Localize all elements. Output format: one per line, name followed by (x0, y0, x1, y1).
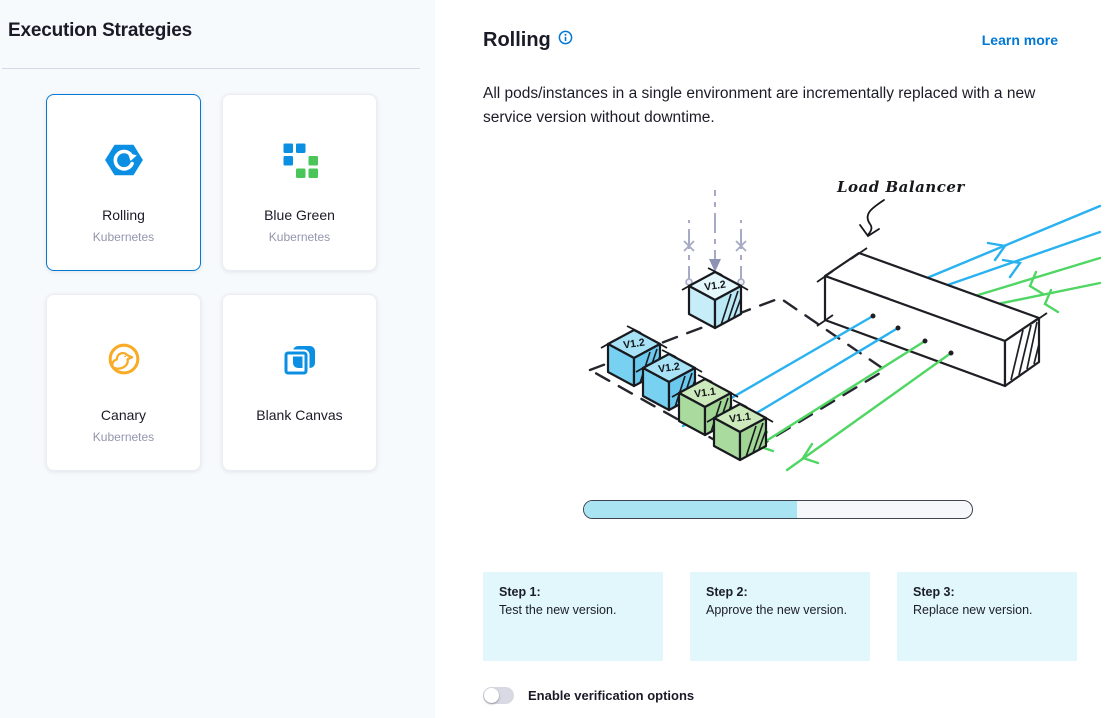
verification-toggle-label: Enable verification options (528, 688, 694, 703)
label-arrow (860, 200, 884, 236)
toggle-knob (484, 688, 499, 703)
strategy-card-label: Canary (101, 407, 146, 423)
page-title: Execution Strategies (8, 20, 192, 42)
detail-title: Rolling (483, 29, 551, 52)
blank-canvas-icon (279, 339, 321, 381)
rollout-progress-fill (584, 501, 797, 518)
blue-green-icon (279, 139, 321, 181)
strategy-card-label: Blank Canvas (256, 407, 342, 423)
step-card-1: Step 1: Test the new version. (483, 572, 663, 661)
verification-toggle[interactable] (483, 687, 514, 704)
strategy-card-blue-green[interactable]: Blue Green Kubernetes (222, 94, 377, 271)
step-text: Test the new version. (499, 603, 647, 617)
steps-row: Step 1: Test the new version. Step 2: Ap… (483, 572, 1077, 661)
step-card-3: Step 3: Replace new version. (897, 572, 1077, 661)
canary-icon (103, 339, 145, 381)
detail-header: Rolling Learn more (483, 29, 1058, 52)
strategy-card-sublabel: Kubernetes (93, 230, 154, 244)
step-title: Step 2: (706, 585, 854, 599)
rollout-progress-bar (583, 500, 973, 519)
strategy-detail-panel: Rolling Learn more All pods/instances in… (435, 0, 1116, 718)
strategy-card-sublabel: Kubernetes (269, 230, 330, 244)
strategy-card-label: Blue Green (264, 207, 335, 223)
strategy-card-rolling[interactable]: Rolling Kubernetes (46, 94, 201, 271)
blue-traffic-lines (927, 206, 1100, 288)
strategy-sidebar: Execution Strategies Rolling Kubernetes (0, 0, 435, 718)
step-card-2: Step 2: Approve the new version. (690, 572, 870, 661)
learn-more-link[interactable]: Learn more (982, 32, 1058, 48)
rolling-deployment-illustration: V1.2 V1.2 V1.2 V1.1 V1.1 Load Balancer (575, 158, 1105, 493)
strategy-card-sublabel: Kubernetes (93, 430, 154, 444)
strategy-card-blank-canvas[interactable]: Blank Canvas (222, 294, 377, 471)
pod-cubes (601, 268, 773, 460)
strategy-description: All pods/instances in a single environme… (483, 82, 1073, 131)
step-title: Step 3: (913, 585, 1061, 599)
strategy-card-label: Rolling (102, 207, 145, 223)
strategy-cards: Rolling Kubernetes Blue Green Kubernetes (46, 94, 377, 471)
rolling-icon (103, 139, 145, 181)
step-text: Replace new version. (913, 603, 1061, 617)
step-title: Step 1: (499, 585, 647, 599)
green-out-lines (747, 341, 951, 470)
verification-toggle-row: Enable verification options (483, 687, 694, 704)
info-icon[interactable] (558, 30, 573, 50)
divider (2, 68, 420, 69)
load-balancer-label: Load Balancer (836, 178, 965, 196)
step-text: Approve the new version. (706, 603, 854, 617)
strategy-card-canary[interactable]: Canary Kubernetes (46, 294, 201, 471)
